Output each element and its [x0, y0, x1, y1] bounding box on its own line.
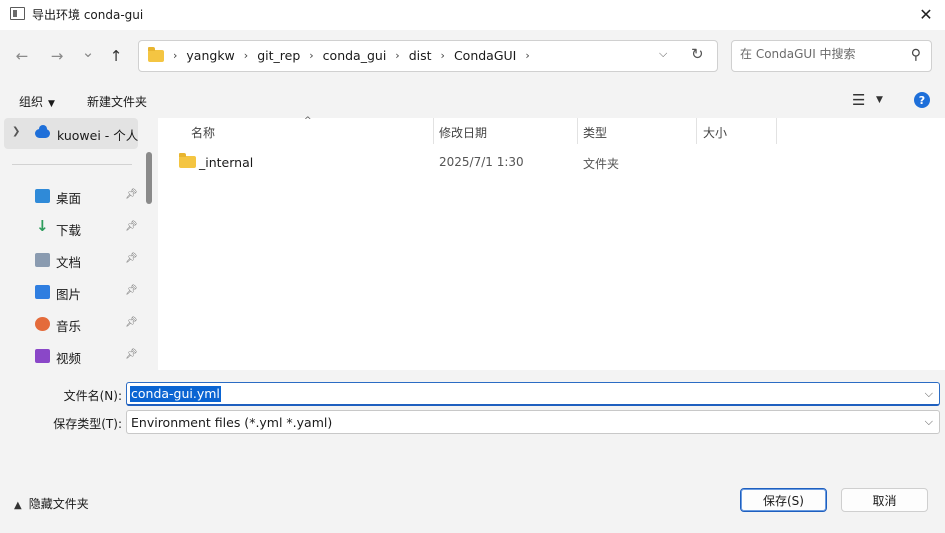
caret-down-icon: ▼	[48, 99, 55, 109]
sidebar-item-onedrive[interactable]: ❯ kuowei - 个人	[4, 118, 138, 149]
breadcrumb-separator[interactable]: ›	[441, 49, 445, 62]
column-header-type[interactable]: 类型	[583, 118, 607, 144]
navigation-pane: ❯ kuowei - 个人 桌面 📌︎ ↓ 下载 📌︎ 文档 📌︎ 图片 📌︎ …	[0, 118, 158, 370]
breadcrumb-separator: ›	[173, 49, 178, 62]
pictures-icon	[35, 285, 50, 299]
file-row[interactable]: _internal 2025/7/1 1:30 文件夹	[168, 150, 768, 176]
breadcrumb-item-condagui[interactable]: CondaGUI	[454, 48, 516, 63]
pin-icon: 📌︎	[125, 189, 138, 200]
address-bar[interactable]: › yangkw › git_rep › conda_gui › dist › …	[138, 40, 718, 72]
search-icon[interactable]: ⚲	[911, 47, 921, 63]
title-bar: 导出环境 conda-gui ✕	[0, 0, 945, 28]
hide-folders-toggle[interactable]: ▲ 隐藏文件夹	[14, 495, 89, 512]
sidebar-item-music[interactable]: 音乐 📌︎	[4, 308, 138, 340]
breadcrumb-item-yangkw[interactable]: yangkw	[186, 48, 234, 63]
search-box[interactable]: ⚲	[731, 40, 932, 72]
new-folder-button[interactable]: 新建文件夹	[87, 93, 147, 110]
pin-icon: 📌︎	[125, 349, 138, 360]
refresh-icon[interactable]: ↻	[691, 45, 704, 63]
save-button[interactable]: 保存(S)	[740, 488, 827, 512]
cancel-button[interactable]: 取消	[841, 488, 928, 512]
videos-icon	[35, 349, 50, 363]
music-icon	[35, 317, 50, 331]
help-icon[interactable]: ?	[914, 92, 930, 108]
filename-label: 文件名(N):	[63, 389, 122, 403]
sidebar-item-videos[interactable]: 视频 📌︎	[4, 340, 138, 372]
file-list: 名称 ^ 修改日期 类型 大小 _internal 2025/7/1 1:30 …	[158, 116, 945, 370]
filetype-select[interactable]: Environment files (*.yml *.yaml) ⌵	[126, 410, 940, 434]
hide-folders-label: 隐藏文件夹	[28, 497, 89, 511]
back-arrow-icon[interactable]: ←	[10, 44, 34, 68]
app-window-icon	[10, 7, 25, 20]
breadcrumb-item-conda-gui[interactable]: conda_gui	[323, 48, 387, 63]
column-header-date[interactable]: 修改日期	[439, 118, 487, 144]
pin-icon: 📌︎	[125, 221, 138, 232]
sidebar-item-label: 视频	[56, 351, 82, 366]
filename-combobox[interactable]: conda-gui.yml ⌵	[126, 382, 940, 406]
sidebar-item-label: 文档	[56, 255, 82, 270]
close-button[interactable]: ✕	[907, 0, 945, 28]
breadcrumb-item-git-rep[interactable]: git_rep	[257, 48, 300, 63]
sidebar-item-desktop[interactable]: 桌面 📌︎	[4, 180, 138, 212]
filename-input[interactable]: conda-gui.yml	[130, 386, 221, 402]
sidebar-item-downloads[interactable]: ↓ 下载 📌︎	[4, 212, 138, 244]
column-separator[interactable]	[577, 118, 578, 144]
desktop-icon	[35, 189, 50, 203]
sidebar-item-label: 桌面	[56, 191, 82, 206]
sidebar-item-label: 图片	[56, 287, 82, 302]
chevron-down-icon[interactable]: ⌵	[925, 387, 933, 401]
column-header-name[interactable]: 名称	[191, 118, 215, 144]
sidebar-item-label: kuowei - 个人	[57, 128, 139, 143]
breadcrumb-separator[interactable]: ›	[525, 49, 529, 62]
file-date: 2025/7/1 1:30	[439, 155, 524, 169]
column-separator[interactable]	[776, 118, 777, 144]
file-name: _internal	[199, 155, 254, 170]
save-panel: 文件名(N): conda-gui.yml ⌵ 保存类型(T): Environ…	[0, 370, 945, 533]
filetype-value: Environment files (*.yml *.yaml)	[131, 415, 333, 430]
caret-down-icon[interactable]: ▼	[876, 95, 883, 105]
up-arrow-icon[interactable]: ↑	[104, 44, 128, 68]
organize-button[interactable]: 组织 ▼	[19, 93, 55, 110]
expand-chevron-icon[interactable]: ❯	[12, 126, 20, 137]
pin-icon: 📌︎	[125, 253, 138, 264]
forward-arrow-icon[interactable]: →	[45, 44, 69, 68]
folder-icon	[179, 153, 196, 168]
column-header-size[interactable]: 大小	[703, 118, 727, 144]
sidebar-divider	[12, 164, 132, 165]
column-separator[interactable]	[696, 118, 697, 144]
window-title: 导出环境 conda-gui	[32, 8, 144, 22]
breadcrumb-separator[interactable]: ›	[244, 49, 248, 62]
sort-ascending-icon: ^	[304, 116, 312, 126]
navigation-bar: ← → ⌄ ↑ › yangkw › git_rep › conda_gui ›…	[0, 30, 945, 82]
address-dropdown-chevron-icon[interactable]: ⌵	[659, 47, 667, 61]
documents-icon	[35, 253, 50, 267]
sidebar-item-pictures[interactable]: 图片 📌︎	[4, 276, 138, 308]
sidebar-item-label: 下载	[56, 223, 82, 238]
breadcrumb: › yangkw › git_rep › conda_gui › dist › …	[173, 48, 539, 63]
pin-icon: 📌︎	[125, 317, 138, 328]
onedrive-cloud-icon	[35, 125, 50, 138]
caret-up-icon: ▲	[14, 500, 22, 511]
breadcrumb-separator[interactable]: ›	[395, 49, 399, 62]
file-type: 文件夹	[583, 157, 620, 171]
folder-icon	[148, 47, 164, 62]
organize-label: 组织	[19, 95, 44, 109]
pin-icon: 📌︎	[125, 285, 138, 296]
sidebar-item-label: 音乐	[56, 319, 82, 334]
sidebar-scrollbar[interactable]	[146, 152, 152, 204]
recent-locations-chevron-icon[interactable]: ⌄	[76, 40, 100, 64]
chevron-down-icon[interactable]: ⌵	[925, 415, 933, 429]
sidebar-item-documents[interactable]: 文档 📌︎	[4, 244, 138, 276]
breadcrumb-separator[interactable]: ›	[309, 49, 313, 62]
filetype-label: 保存类型(T):	[53, 417, 122, 431]
view-options-icon[interactable]: ☰	[852, 91, 865, 109]
breadcrumb-item-dist[interactable]: dist	[409, 48, 432, 63]
search-input[interactable]	[740, 47, 900, 61]
column-separator[interactable]	[433, 118, 434, 144]
download-icon: ↓	[36, 217, 49, 235]
command-bar: 组织 ▼ 新建文件夹 ☰ ▼ ?	[0, 82, 945, 118]
